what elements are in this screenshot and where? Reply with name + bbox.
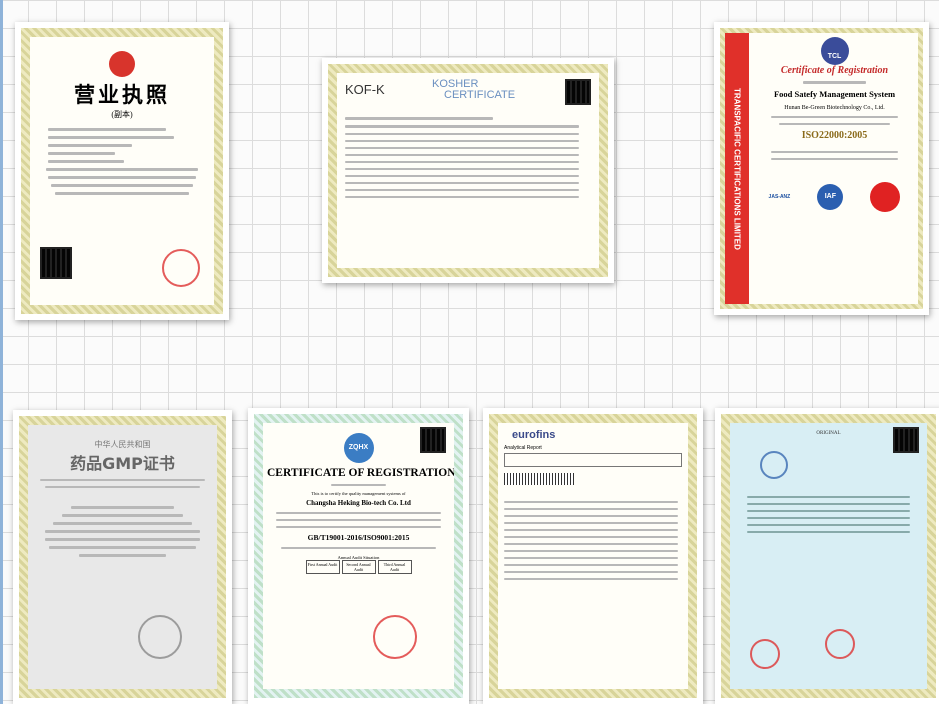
certificate-paper: ORIGINAL bbox=[730, 423, 927, 689]
certificate-title: ORIGINAL bbox=[816, 431, 841, 436]
jas-anz-badge: JAS-ANZ bbox=[768, 194, 791, 200]
barcode bbox=[504, 473, 574, 485]
certificate-title: CERTIFICATE OF REGISTRATION bbox=[267, 467, 454, 479]
company-name: Hunan Be-Green Biotechnology Co., Ltd. bbox=[784, 105, 885, 111]
text-block bbox=[38, 128, 206, 195]
standard: GB/T19001-2016/ISO9001:2015 bbox=[307, 533, 410, 542]
certificate-title: 营业执照 bbox=[74, 83, 170, 107]
company-name: Changsha Heking Bio-tech Co. Ltd bbox=[306, 499, 411, 507]
gold-border: 营业执照 (副本) bbox=[21, 28, 223, 314]
title-line-2: CERTIFICATE bbox=[444, 89, 516, 101]
certificate-subtitle: (副本) bbox=[111, 110, 133, 119]
standard: ISO22000:2005 bbox=[801, 130, 868, 141]
eurofins-logo: eurofins bbox=[512, 429, 556, 441]
gold-border: TRANSPACIFIC CERTIFICATIONS LIMITED TCL … bbox=[720, 28, 923, 309]
header-text: 中华人民共和国 bbox=[94, 440, 151, 449]
product-table bbox=[345, 117, 591, 198]
gold-border: 中华人民共和国 药品GMP证书 bbox=[19, 416, 226, 698]
certificate-title: 药品GMP证书 bbox=[70, 454, 175, 473]
intro: This is to certify the quality managemen… bbox=[311, 491, 406, 496]
stamp bbox=[760, 451, 788, 479]
kofk-logo: KOF-K bbox=[345, 82, 385, 97]
certificate-business-license[interactable]: 营业执照 (副本) bbox=[15, 22, 229, 320]
certificate-title: KOSHER CERTIFICATE bbox=[432, 79, 515, 101]
certificate-gmp[interactable]: 中华人民共和国 药品GMP证书 bbox=[13, 410, 232, 704]
report-title: Analytical Report bbox=[504, 445, 542, 451]
certificate-paper: TRANSPACIFIC CERTIFICATIONS LIMITED TCL … bbox=[725, 33, 918, 304]
red-seal bbox=[750, 639, 780, 669]
tcl-logo: TCL bbox=[820, 37, 849, 65]
qr-code bbox=[565, 79, 591, 105]
report-header-box bbox=[504, 453, 682, 467]
national-emblem-icon bbox=[109, 51, 135, 77]
certificate-title: Certificate of Registration bbox=[780, 65, 889, 76]
side-band: TRANSPACIFIC CERTIFICATIONS LIMITED bbox=[725, 33, 749, 304]
iaf-badge: IAF bbox=[817, 184, 844, 210]
zqhx-logo: ZQHX bbox=[343, 433, 374, 463]
red-seal bbox=[825, 629, 855, 659]
gold-border: ORIGINAL bbox=[721, 414, 936, 698]
certificate-paper: 中华人民共和国 药品GMP证书 bbox=[28, 425, 217, 689]
red-seal bbox=[373, 615, 417, 659]
qr-code bbox=[420, 427, 446, 453]
qr-code bbox=[893, 427, 919, 453]
certificate-paper: KOF-K KOSHER CERTIFICATE bbox=[337, 73, 599, 268]
red-seal bbox=[870, 182, 901, 212]
certificate-paper: ZQHX CERTIFICATE OF REGISTRATION This is… bbox=[263, 423, 454, 689]
certificate-kosher[interactable]: KOF-K KOSHER CERTIFICATE bbox=[322, 58, 614, 283]
audit-table: First Annual Audit Second Annual Audit T… bbox=[267, 560, 450, 574]
gold-border: eurofins Analytical Report bbox=[489, 414, 697, 698]
official-seal bbox=[138, 615, 182, 659]
certificate-eurofins-report[interactable]: eurofins Analytical Report bbox=[483, 408, 703, 704]
qr-code bbox=[40, 247, 72, 279]
audit-cell: Second Annual Audit bbox=[341, 560, 376, 574]
green-border: ZQHX CERTIFICATE OF REGISTRATION This is… bbox=[254, 414, 463, 698]
red-seal bbox=[162, 249, 200, 287]
accreditation-badges: JAS-ANZ IAF bbox=[755, 182, 914, 212]
gold-border: KOF-K KOSHER CERTIFICATE bbox=[328, 64, 608, 277]
certificate-paper: 营业执照 (副本) bbox=[30, 37, 214, 305]
certificate-paper: eurofins Analytical Report bbox=[498, 423, 688, 689]
certificate-of-origin[interactable]: ORIGINAL bbox=[715, 408, 939, 704]
audit-cell: Third Annual Audit bbox=[377, 560, 412, 574]
certificate-iso22000[interactable]: TRANSPACIFIC CERTIFICATIONS LIMITED TCL … bbox=[714, 22, 929, 315]
audit-cell: First Annual Audit bbox=[305, 560, 340, 574]
certificate-iso9001[interactable]: ZQHX CERTIFICATE OF REGISTRATION This is… bbox=[248, 408, 469, 704]
system-name: Food Satefy Management System bbox=[773, 89, 896, 99]
